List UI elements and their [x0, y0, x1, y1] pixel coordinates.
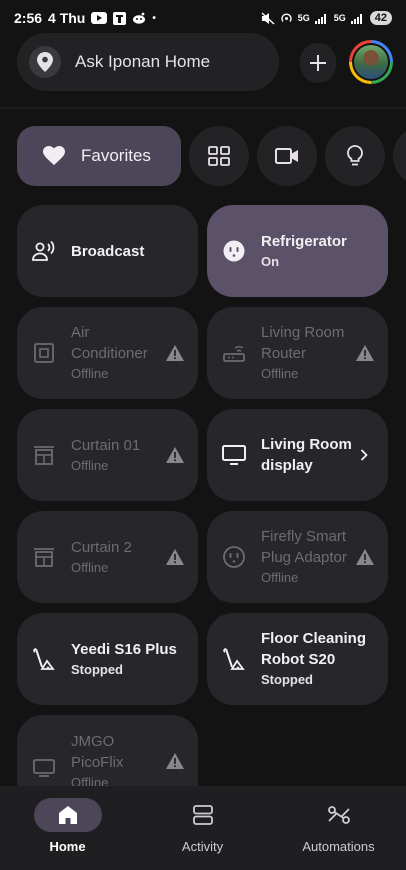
tile-living-room-router[interactable]: Living Room Router Offline [207, 307, 388, 399]
warning-icon [356, 345, 374, 361]
warning-icon [166, 447, 184, 463]
more-notifications-dot: • [152, 12, 156, 24]
tile-name: Floor Cleaning Robot S20 [261, 630, 366, 668]
notification-app-icon [113, 11, 127, 25]
automations-icon [327, 806, 350, 824]
nav-automations[interactable]: Automations [271, 786, 406, 870]
tile-name: JMGO PicoFlix [71, 733, 124, 771]
status-date: 4 Thu [48, 10, 86, 26]
bottom-navigation: Home Activity Automations [0, 786, 406, 870]
grid-icon [208, 146, 230, 166]
tile-yeedi-s16-plus[interactable]: Yeedi S16 Plus Stopped [17, 613, 198, 705]
reddit-icon [133, 12, 146, 24]
nav-activity-indicator [169, 798, 237, 832]
filter-chips: Favorites [17, 126, 406, 186]
tile-status: Offline [261, 570, 299, 585]
tile-air-conditioner[interactable]: Air Conditioner Offline [17, 307, 198, 399]
network-type-label: 5G [297, 13, 310, 23]
plug-icon [221, 544, 247, 570]
nav-activity[interactable]: Activity [135, 786, 270, 870]
heart-icon [43, 146, 65, 165]
tile-status: Offline [71, 559, 109, 575]
tile-floor-cleaning-robot-s20[interactable]: Floor Cleaning Robot S20 Stopped [207, 613, 388, 705]
plus-icon [310, 55, 326, 71]
tile-name: Refrigerator [261, 232, 347, 250]
tile-broadcast[interactable]: Broadcast [17, 205, 198, 297]
tile-name: Curtain 01 [71, 436, 141, 454]
warning-icon [166, 345, 184, 361]
tile-status: On [261, 253, 280, 269]
network-type-label-2: 5G [333, 13, 346, 23]
ac-icon [31, 340, 57, 366]
tile-name: Air Conditioner [71, 324, 148, 362]
tile-firefly-smart-plug[interactable]: Firefly Smart Plug Adaptor Offline [207, 511, 388, 603]
curtain-icon [31, 544, 57, 570]
ask-home-search[interactable]: Ask Iponan Home [17, 33, 279, 91]
nav-automations-indicator [305, 798, 373, 832]
tile-name: Curtain 2 [71, 538, 132, 556]
tile-refrigerator[interactable]: Refrigerator On [207, 205, 388, 297]
add-button[interactable] [300, 43, 336, 83]
favorites-label: Favorites [81, 146, 151, 165]
broadcast-icon [31, 238, 57, 264]
curtain-icon [31, 442, 57, 468]
status-bar: 2:56 4 Thu • 5G 5G 42 [0, 0, 406, 36]
tile-curtain-01[interactable]: Curtain 01 Offline [17, 409, 198, 501]
signal-icon-2 [350, 14, 362, 24]
display-icon [221, 442, 247, 468]
chevron-right-icon [360, 449, 368, 461]
avatar-photo [354, 45, 388, 79]
tile-status: Offline [71, 366, 109, 381]
tile-status: Stopped [261, 672, 313, 687]
profile-avatar[interactable] [349, 40, 393, 84]
warning-icon [356, 549, 374, 565]
vacuum-icon [31, 646, 57, 672]
tile-name: Firefly Smart Plug Adaptor [261, 528, 347, 566]
tile-name: Living Room Router [261, 324, 345, 362]
camera-chip[interactable] [257, 126, 317, 186]
tile-living-room-display[interactable]: Living Room display [207, 409, 388, 501]
tile-name: Yeedi S16 Plus [71, 640, 177, 658]
nav-label: Activity [181, 839, 224, 854]
tile-name: Living Room display [261, 436, 352, 474]
lightbulb-icon [347, 145, 363, 166]
tile-jmgo-picoflix[interactable]: JMGO PicoFlix Offline [17, 715, 198, 786]
location-pin-icon [29, 46, 61, 78]
warning-icon [166, 753, 184, 769]
tile-status: Offline [71, 457, 109, 473]
tile-status: Stopped [71, 661, 123, 677]
favorites-chip[interactable]: Favorites [17, 126, 181, 186]
header-divider [0, 107, 406, 109]
nav-label: Home [49, 839, 86, 854]
tile-status: Offline [71, 775, 109, 786]
signal-icon [314, 14, 326, 24]
camera-icon [275, 148, 298, 164]
search-label: Ask Iponan Home [75, 52, 211, 71]
battery-indicator: 42 [369, 11, 392, 25]
warning-icon [166, 549, 184, 565]
vacuum-icon [221, 646, 247, 672]
plug-icon [221, 238, 247, 264]
grid-chip[interactable] [189, 126, 249, 186]
nav-home[interactable]: Home [0, 786, 135, 870]
lighting-chip[interactable] [325, 126, 385, 186]
status-time: 2:56 [14, 10, 43, 26]
tile-curtain-2[interactable]: Curtain 2 Offline [17, 511, 198, 603]
nav-home-indicator [33, 798, 102, 832]
router-icon [221, 340, 247, 366]
tv-icon [31, 755, 57, 781]
hotspot-icon [281, 12, 292, 22]
mute-icon [261, 11, 275, 25]
more-chip[interactable] [393, 126, 406, 186]
home-icon [58, 806, 77, 824]
nav-label: Automations [302, 839, 375, 854]
youtube-icon [91, 12, 108, 24]
tile-name: Broadcast [71, 242, 145, 260]
tile-status: Offline [261, 366, 299, 381]
activity-icon [192, 805, 213, 825]
